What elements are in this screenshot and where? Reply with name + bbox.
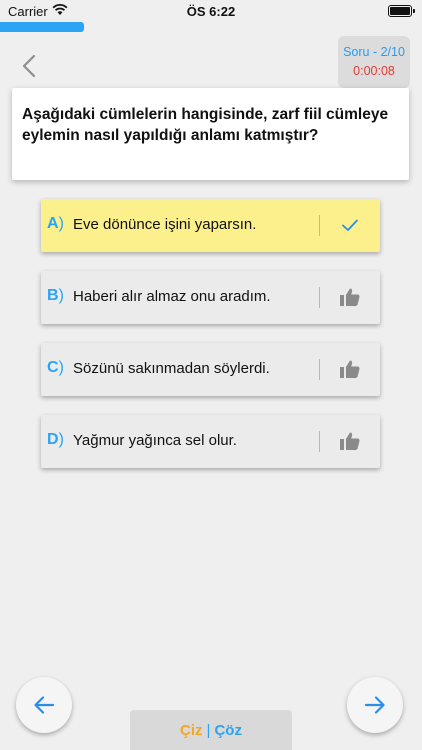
divider xyxy=(319,431,320,452)
option-b[interactable]: B) Haberi alır almaz onu aradım. xyxy=(41,271,380,324)
divider xyxy=(319,287,320,308)
thumbs-up-icon[interactable] xyxy=(338,429,362,453)
option-d[interactable]: D) Yağmur yağınca sel olur. xyxy=(41,415,380,468)
chevron-left-icon xyxy=(22,54,36,78)
battery-icon xyxy=(388,5,415,17)
separator: | xyxy=(206,722,211,739)
question-text: Aşağıdaki cümlelerin hangisinde, zarf fi… xyxy=(22,106,389,144)
option-letter: B) xyxy=(47,287,64,304)
question-counter: Soru - 2/10 0:00:08 xyxy=(338,36,410,88)
previous-question-button[interactable] xyxy=(16,677,72,733)
option-letter: D) xyxy=(47,431,64,448)
progress-bar xyxy=(0,22,85,32)
draw-button[interactable]: Çiz xyxy=(180,722,203,739)
thumbs-up-icon[interactable] xyxy=(338,357,362,381)
question-card: Aşağıdaki cümlelerin hangisinde, zarf fi… xyxy=(12,88,409,180)
option-text: Yağmur yağınca sel olur. xyxy=(73,432,237,449)
elapsed-timer: 0:00:08 xyxy=(353,64,395,78)
arrow-right-icon xyxy=(364,696,385,714)
option-text: Haberi alır almaz onu aradım. xyxy=(73,288,271,305)
option-text: Eve dönünce işini yaparsın. xyxy=(73,216,257,233)
draw-solve-toggle: Çiz | Çöz xyxy=(130,710,292,750)
back-button[interactable] xyxy=(16,52,42,80)
divider xyxy=(319,359,320,380)
divider xyxy=(319,215,320,236)
thumbs-up-icon[interactable] xyxy=(338,285,362,309)
next-question-button[interactable] xyxy=(347,677,403,733)
status-bar: Carrier ÖS 6:22 xyxy=(0,0,422,22)
check-icon[interactable] xyxy=(338,213,362,237)
arrow-left-icon xyxy=(34,696,55,714)
option-a[interactable]: A) Eve dönünce işini yaparsın. xyxy=(41,199,380,252)
status-time: ÖS 6:22 xyxy=(186,4,236,19)
option-letter: C) xyxy=(47,359,64,376)
solve-button[interactable]: Çöz xyxy=(214,722,242,739)
question-number: Soru - 2/10 xyxy=(343,45,405,59)
option-c[interactable]: C) Sözünü sakınmadan söylerdi. xyxy=(41,343,380,396)
option-letter: A) xyxy=(47,215,64,232)
option-text: Sözünü sakınmadan söylerdi. xyxy=(73,360,270,377)
